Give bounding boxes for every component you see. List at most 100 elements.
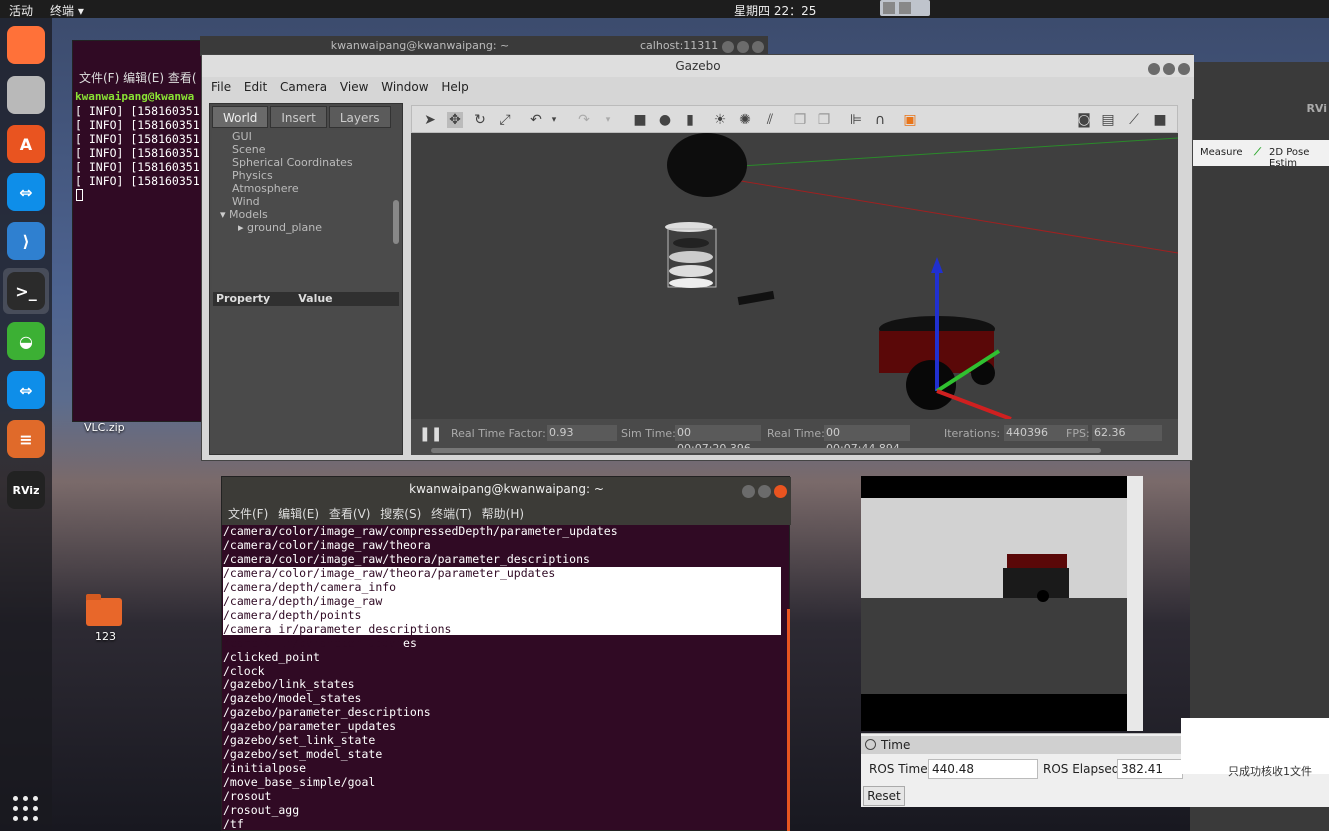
undo-icon[interactable]: ↶ bbox=[528, 112, 544, 128]
gazebo-titlebar[interactable]: Gazebo bbox=[202, 55, 1194, 77]
teamviewer2-icon[interactable]: ⇔ bbox=[7, 371, 45, 409]
paste-icon[interactable]: ❐ bbox=[816, 112, 832, 128]
app-menu-terminal[interactable]: 终端 ▾ bbox=[50, 2, 84, 19]
background-window-titlebar[interactable]: kwanwaipang@kwanwaipang: ~ bbox=[200, 36, 640, 56]
clock[interactable]: 星期四 22：25 bbox=[734, 2, 816, 19]
software-center-icon[interactable]: A bbox=[7, 125, 45, 163]
maximize-icon[interactable] bbox=[758, 485, 771, 498]
scale-mode-icon[interactable]: ⤢ bbox=[497, 112, 513, 128]
files-icon[interactable] bbox=[7, 76, 45, 114]
tree-item-wind[interactable]: Wind bbox=[212, 195, 400, 208]
rviz-window[interactable]: RVi bbox=[1190, 62, 1329, 831]
copy-icon[interactable]: ❐ bbox=[792, 112, 808, 128]
terminal-icon[interactable]: >_ bbox=[7, 272, 45, 310]
fps-label: FPS: bbox=[1066, 427, 1090, 440]
reset-button[interactable]: Reset bbox=[863, 786, 905, 806]
menu-help[interactable]: 帮助(H) bbox=[482, 505, 524, 522]
redo-icon[interactable]: ↷ bbox=[576, 112, 592, 128]
minimize-icon[interactable] bbox=[722, 41, 734, 53]
directional-light-icon[interactable]: ⫽ bbox=[762, 112, 778, 128]
ros-time-label: ROS Time: bbox=[869, 762, 932, 776]
background-terminal-window[interactable]: 文件(F) 编辑(E) 查看( kwanwaipang@kwanwa [ INF… bbox=[72, 40, 207, 422]
menu-view[interactable]: View bbox=[340, 80, 368, 94]
menu-camera[interactable]: Camera bbox=[280, 80, 327, 94]
sphere-shape-icon[interactable]: ● bbox=[657, 112, 673, 128]
log-icon[interactable]: ▤ bbox=[1100, 112, 1116, 128]
tree-item-gui[interactable]: GUI bbox=[212, 130, 400, 143]
rviz-icon[interactable]: RViz bbox=[7, 471, 45, 509]
tree-item-atmosphere[interactable]: Atmosphere bbox=[212, 182, 400, 195]
measure-tool[interactable]: Measure bbox=[1200, 147, 1243, 158]
roscore-window-titlebar[interactable]: calhost:11311 bbox=[620, 36, 768, 56]
show-applications-icon[interactable] bbox=[13, 796, 39, 822]
horizontal-scrollbar[interactable] bbox=[431, 448, 1101, 453]
terminal-output[interactable]: /camera/color/image_raw/compressedDepth/… bbox=[223, 524, 618, 831]
menu-terminal[interactable]: 终端(T) bbox=[431, 505, 472, 522]
terminal-titlebar[interactable]: kwanwaipang@kwanwaipang: ~ bbox=[222, 477, 791, 501]
menu-file[interactable]: File bbox=[211, 80, 231, 94]
tab-layers[interactable]: Layers bbox=[328, 106, 391, 128]
close-icon[interactable] bbox=[1178, 63, 1190, 75]
spot-light-icon[interactable]: ✺ bbox=[737, 112, 753, 128]
system-tray[interactable] bbox=[880, 0, 930, 16]
video-record-icon[interactable]: ■ bbox=[1152, 112, 1168, 128]
redo-history-icon[interactable]: ▾ bbox=[600, 112, 616, 128]
terminal-menubar[interactable]: 文件(F) 编辑(E) 查看( bbox=[73, 69, 208, 89]
terminal-scrollbar[interactable] bbox=[787, 609, 790, 831]
terminal-window[interactable]: kwanwaipang@kwanwaipang: ~ 文件(F) 编辑(E) 查… bbox=[221, 476, 791, 831]
tab-insert[interactable]: Insert bbox=[270, 106, 327, 128]
firefox-icon[interactable] bbox=[7, 26, 45, 64]
dock: A ⇔ ⟩ >_ ◒ ⇔ ≡ RViz bbox=[0, 18, 52, 831]
box-shape-icon[interactable]: ■ bbox=[632, 112, 648, 128]
iterations-label: Iterations: bbox=[944, 427, 1001, 440]
tab-world[interactable]: World bbox=[212, 106, 269, 128]
snap-icon[interactable]: ∩ bbox=[872, 112, 888, 128]
minimize-icon[interactable] bbox=[1148, 63, 1160, 75]
translate-mode-icon[interactable]: ✥ bbox=[447, 112, 463, 128]
pose-estimate-icon[interactable]: ⟋ bbox=[1254, 147, 1261, 158]
vscode-icon[interactable]: ⟩ bbox=[7, 222, 45, 260]
pose-estimate-tool[interactable]: 2D Pose Estim bbox=[1269, 147, 1329, 169]
ros-time-field[interactable]: 440.48 bbox=[928, 759, 1038, 779]
plot-icon[interactable]: ⟋ bbox=[1126, 112, 1142, 128]
close-icon[interactable] bbox=[774, 485, 787, 498]
sim-time-value: 00 00:07:20.396 bbox=[675, 425, 761, 455]
tree-item-physics[interactable]: Physics bbox=[212, 169, 400, 182]
menu-edit[interactable]: Edit bbox=[244, 80, 267, 94]
menu-file[interactable]: 文件(F) bbox=[228, 505, 268, 522]
folder-icon[interactable] bbox=[86, 594, 122, 626]
menu-view[interactable]: 查看(V) bbox=[329, 505, 371, 522]
maximize-icon[interactable] bbox=[737, 41, 749, 53]
tree-item-models[interactable]: Models bbox=[212, 208, 400, 221]
point-light-icon[interactable]: ☀ bbox=[712, 112, 728, 128]
tree-item-scene[interactable]: Scene bbox=[212, 143, 400, 156]
menu-help[interactable]: Help bbox=[441, 80, 468, 94]
menu-window[interactable]: Window bbox=[381, 80, 428, 94]
screenshot-icon[interactable]: ◙ bbox=[1076, 112, 1092, 128]
gazebo-window[interactable]: Gazebo File Edit Camera View Window Help… bbox=[201, 54, 1194, 461]
camera-image-view bbox=[861, 476, 1127, 731]
ros-elapsed-field[interactable]: 382.41 bbox=[1117, 759, 1183, 779]
tree-item-ground-plane[interactable]: ground_plane bbox=[212, 221, 400, 234]
wechat-icon[interactable]: ◒ bbox=[7, 322, 45, 360]
teamviewer-icon[interactable]: ⇔ bbox=[7, 173, 45, 211]
stack-icon[interactable]: ≡ bbox=[7, 420, 45, 458]
menu-search[interactable]: 搜索(S) bbox=[380, 505, 421, 522]
rotate-mode-icon[interactable]: ↻ bbox=[472, 112, 488, 128]
cylinder-shape-icon[interactable]: ▮ bbox=[682, 112, 698, 128]
tree-item-spherical-coordinates[interactable]: Spherical Coordinates bbox=[212, 156, 400, 169]
desktop-file-vlc-zip[interactable]: VLC.zip bbox=[84, 421, 125, 434]
minimize-icon[interactable] bbox=[742, 485, 755, 498]
maximize-icon[interactable] bbox=[1163, 63, 1175, 75]
undo-history-icon[interactable]: ▾ bbox=[546, 112, 562, 128]
tree-scrollbar[interactable] bbox=[393, 200, 399, 244]
align-icon[interactable]: ⊫ bbox=[848, 112, 864, 128]
3d-viewport[interactable] bbox=[411, 133, 1178, 419]
select-mode-icon[interactable]: ➤ bbox=[422, 112, 438, 128]
change-view-icon[interactable]: ▣ bbox=[902, 112, 918, 128]
close-icon[interactable] bbox=[752, 41, 764, 53]
pause-button[interactable]: ❚❚ bbox=[419, 426, 442, 442]
activities-button[interactable]: 活动 bbox=[9, 2, 33, 19]
desktop-folder-label[interactable]: 123 bbox=[95, 630, 116, 643]
menu-edit[interactable]: 编辑(E) bbox=[278, 505, 319, 522]
